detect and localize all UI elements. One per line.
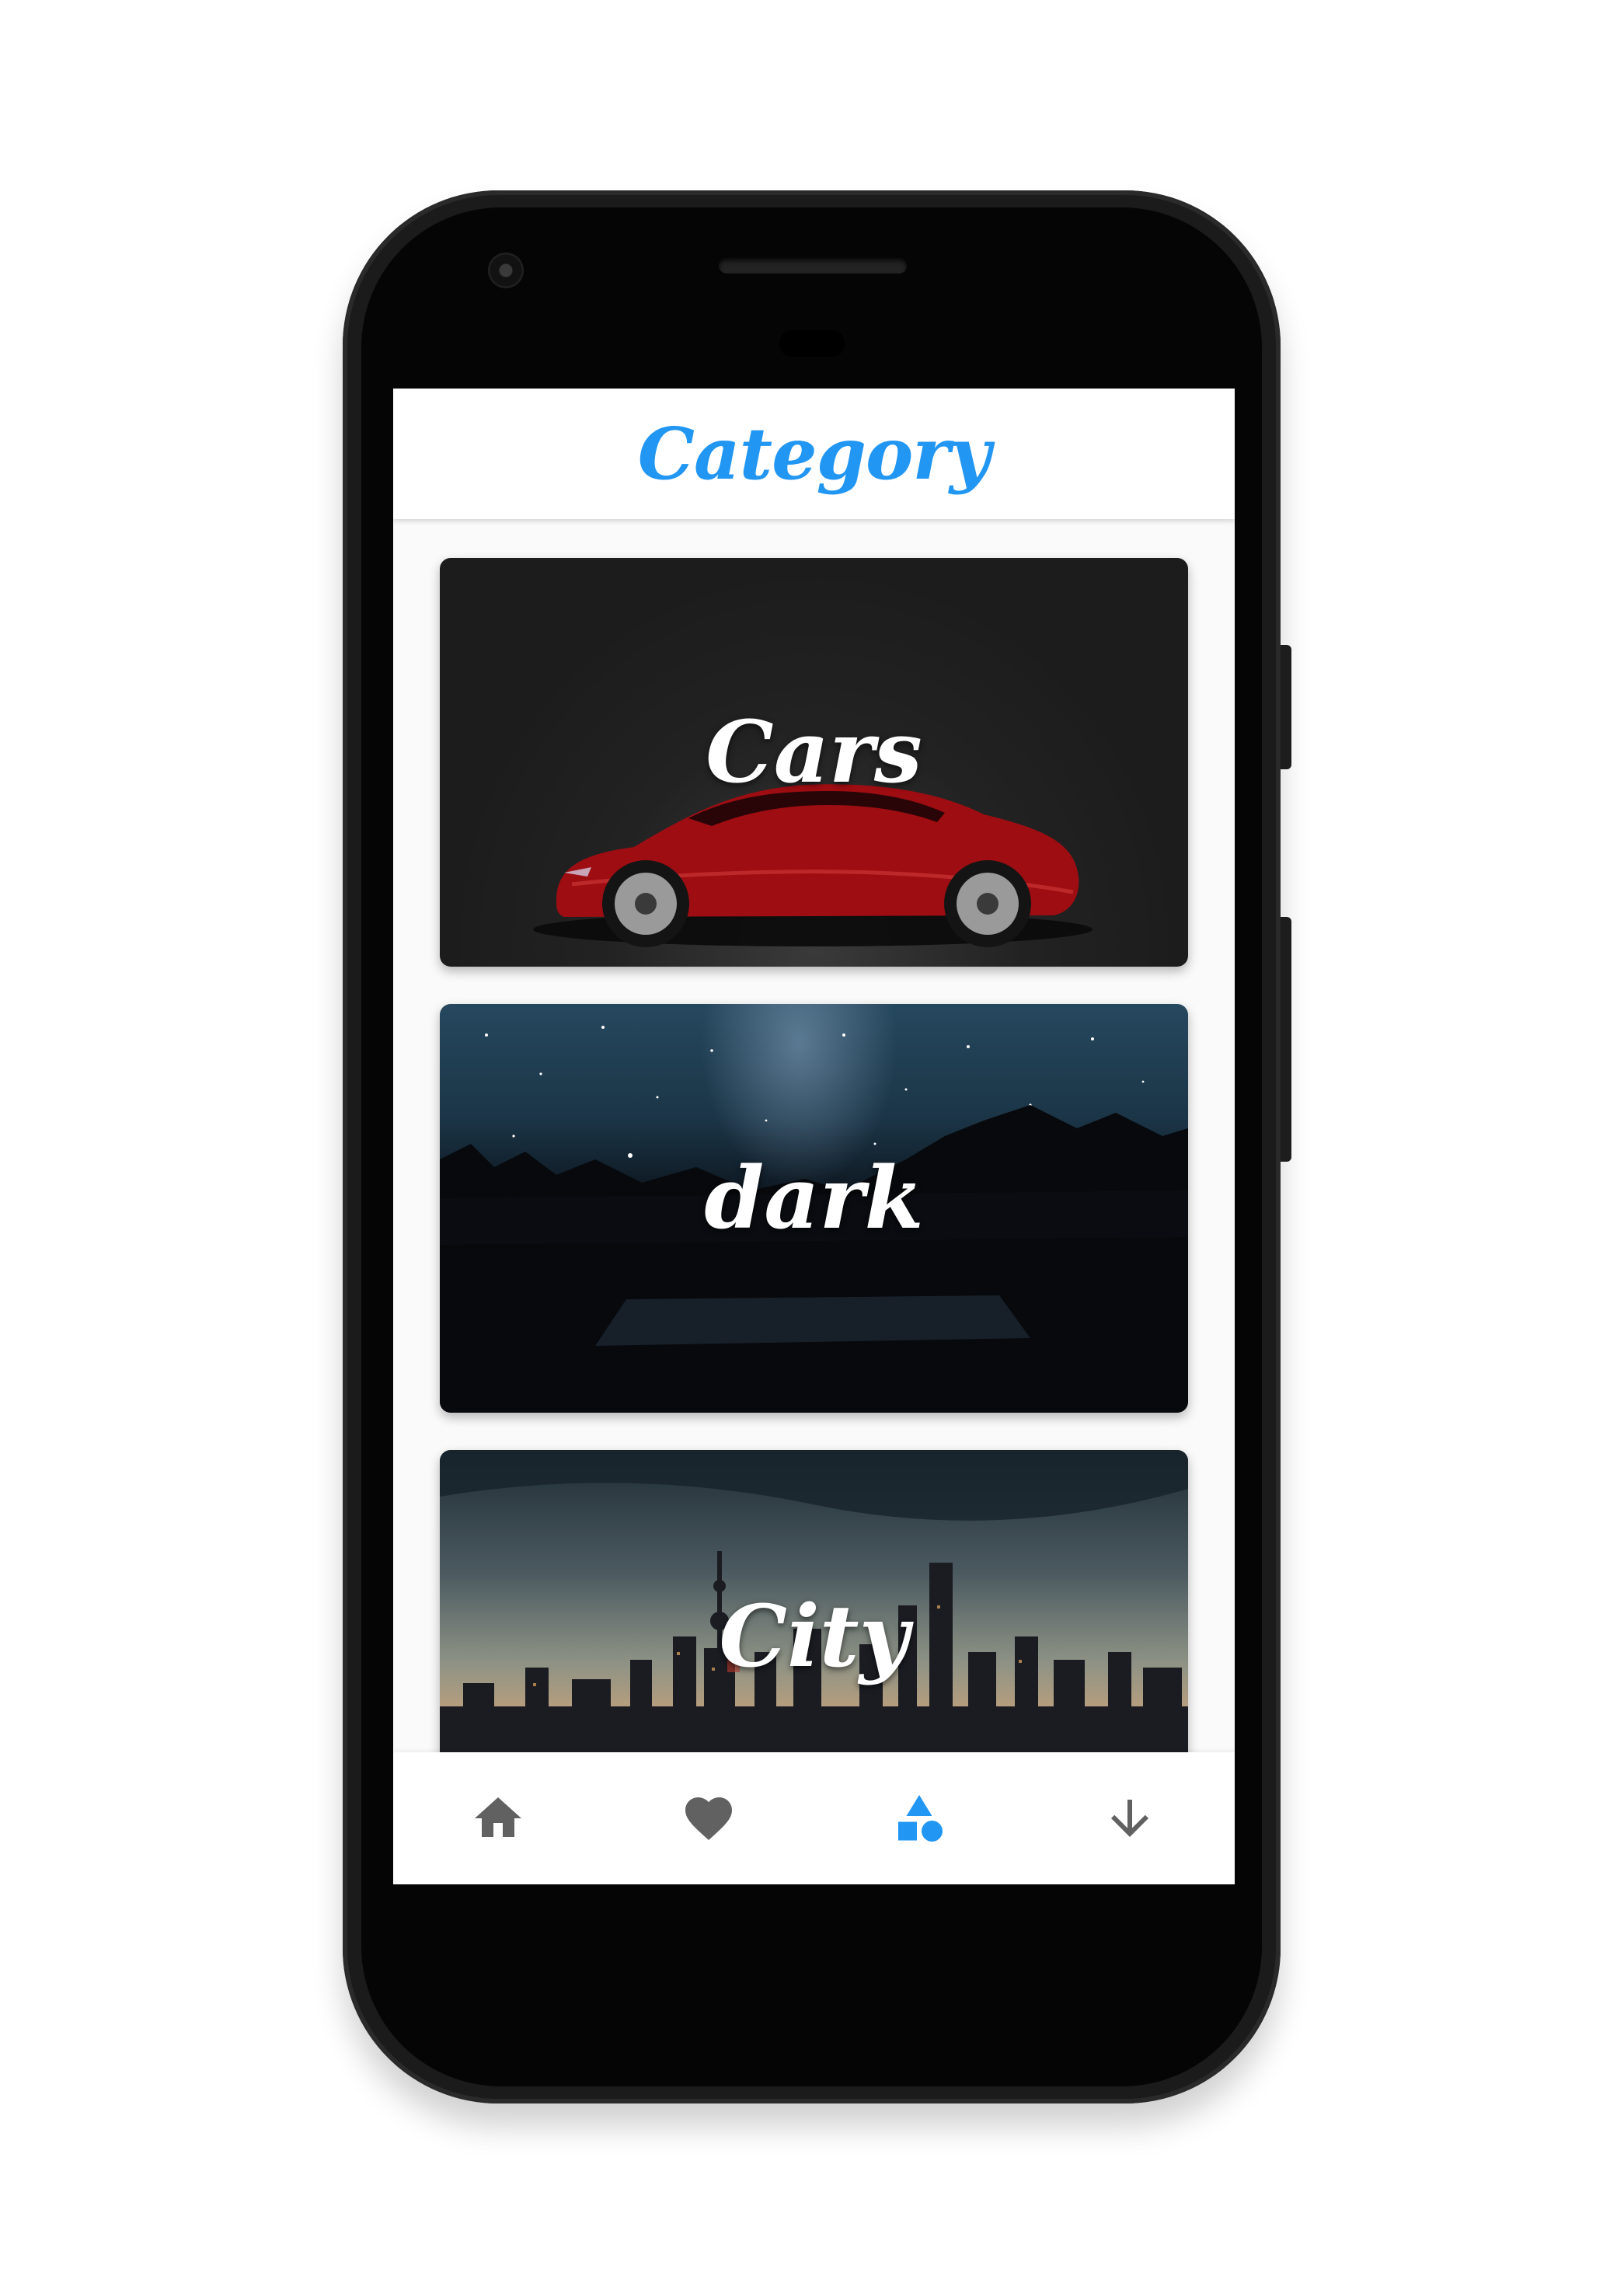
download-arrow-icon bbox=[1110, 1800, 1148, 1837]
category-label: dark bbox=[704, 1148, 924, 1248]
power-button bbox=[1281, 645, 1291, 769]
heart-icon bbox=[685, 1797, 733, 1841]
nav-downloads[interactable] bbox=[1024, 1752, 1235, 1884]
earpiece-speaker bbox=[719, 258, 907, 274]
nav-favorites[interactable] bbox=[604, 1752, 814, 1884]
category-card-city[interactable]: City bbox=[440, 1450, 1188, 1752]
nav-category[interactable] bbox=[814, 1752, 1025, 1884]
nav-home[interactable] bbox=[393, 1752, 604, 1884]
app-bar: Category bbox=[393, 389, 1235, 519]
category-label: City bbox=[719, 1586, 909, 1686]
category-card-dark[interactable]: dark bbox=[440, 1004, 1188, 1413]
category-list[interactable]: Cars dark City bbox=[393, 519, 1235, 1752]
page-title: Category bbox=[637, 412, 991, 496]
proximity-sensor bbox=[779, 330, 845, 357]
volume-button bbox=[1281, 917, 1291, 1162]
app-screen: Category Cars dark City bbox=[393, 389, 1235, 1884]
front-camera bbox=[488, 253, 524, 288]
home-icon bbox=[475, 1797, 522, 1837]
category-label: Cars bbox=[706, 702, 922, 802]
bottom-navigation bbox=[393, 1752, 1235, 1884]
category-shapes-icon bbox=[897, 1795, 943, 1842]
category-card-cars[interactable]: Cars bbox=[440, 558, 1188, 967]
